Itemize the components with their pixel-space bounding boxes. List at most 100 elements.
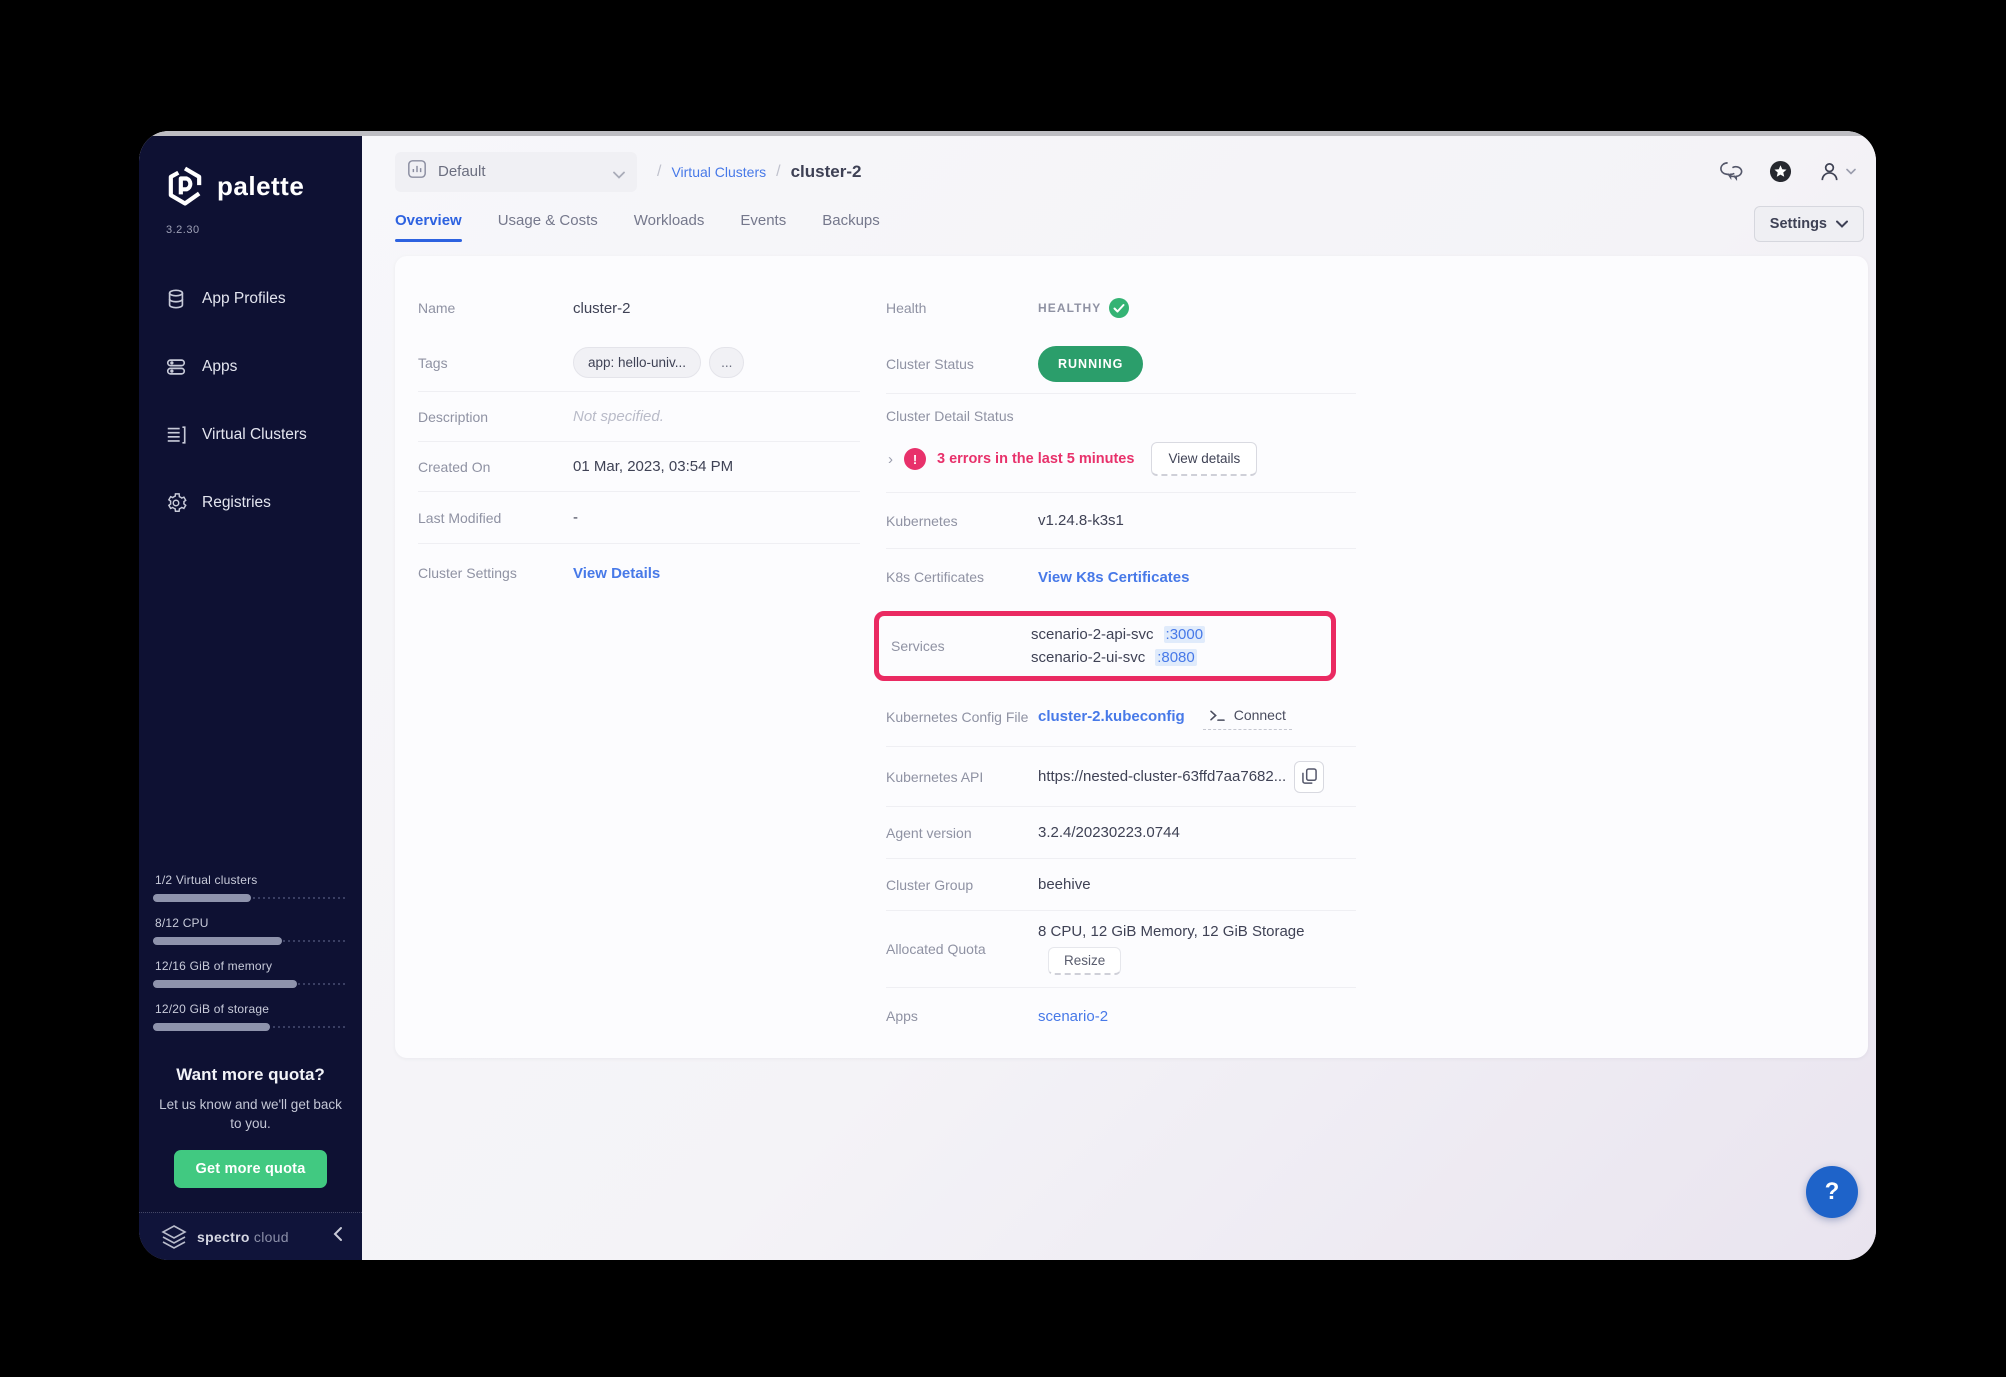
main-area: Default / Virtual Clusters / cluster-2 (362, 136, 1876, 1260)
help-button[interactable]: ? (1806, 1166, 1858, 1218)
expand-errors-chevron-icon[interactable]: › (888, 451, 893, 468)
view-k8s-certificates-link[interactable]: View K8s Certificates (1038, 569, 1189, 586)
row-cluster-group: Cluster Group beehive (886, 859, 1356, 911)
tab-workloads[interactable]: Workloads (634, 212, 705, 242)
services-label: Services (891, 638, 1031, 654)
quota-meter-memory: 12/16 GiB of memory (153, 959, 345, 988)
copy-api-url-button[interactable] (1294, 761, 1324, 793)
quota-cta: Want more quota? Let us know and we'll g… (139, 1045, 362, 1212)
brand-name: palette (217, 171, 304, 202)
quota-meter-virtual-clusters: 1/2 Virtual clusters (153, 873, 345, 902)
agent-version-value: 3.2.4/20230223.0744 (1038, 824, 1180, 841)
service-row: scenario-2-ui-svc :8080 (1031, 649, 1205, 666)
app-window: palette 3.2.30 App Profiles (139, 131, 1876, 1260)
service-name: scenario-2-ui-svc (1031, 649, 1145, 666)
get-more-quota-button[interactable]: Get more quota (174, 1150, 328, 1188)
sidebar-item-label: App Profiles (202, 290, 286, 308)
agent-version-label: Agent version (886, 825, 1038, 841)
created-on-label: Created On (418, 459, 573, 475)
error-alert-icon: ! (904, 448, 926, 470)
kubeconfig-download-link[interactable]: cluster-2.kubeconfig (1038, 708, 1185, 725)
row-description: Description Not specified. (418, 392, 860, 442)
cluster-group-label: Cluster Group (886, 877, 1038, 893)
row-cluster-status: Cluster Status RUNNING (886, 334, 1356, 394)
cluster-list-icon (165, 424, 187, 446)
kubernetes-api-value: https://nested-cluster-63ffd7aa7682... (1038, 768, 1286, 785)
row-apps: Apps scenario-2 (886, 988, 1356, 1044)
view-details-button[interactable]: View details (1151, 442, 1257, 476)
tab-events[interactable]: Events (740, 212, 786, 242)
settings-button[interactable]: Settings (1754, 206, 1864, 242)
copy-icon (1302, 768, 1317, 785)
app-scenario-2-link[interactable]: scenario-2 (1038, 1008, 1108, 1025)
sidebar-item-apps[interactable]: Apps (139, 344, 362, 390)
tag-pill[interactable]: app: hello-univ... (573, 347, 701, 378)
cluster-settings-label: Cluster Settings (418, 565, 573, 581)
row-cluster-detail-status: Cluster Detail Status › ! 3 errors in th… (886, 394, 1356, 493)
settings-button-label: Settings (1770, 216, 1827, 232)
row-kubernetes-api: Kubernetes API https://nested-cluster-63… (886, 747, 1356, 807)
spectro-cloud-logo-icon (161, 1224, 187, 1250)
sidebar-item-label: Registries (202, 494, 271, 512)
quota-meter-cpu: 8/12 CPU (153, 916, 345, 945)
service-port-link[interactable]: :3000 (1164, 626, 1206, 643)
service-row: scenario-2-api-svc :3000 (1031, 626, 1205, 643)
description-label: Description (418, 409, 573, 425)
sidebar-item-registries[interactable]: Registries (139, 480, 362, 526)
service-port-link[interactable]: :8080 (1155, 649, 1197, 666)
row-k8s-certificates: K8s Certificates View K8s Certificates (886, 549, 1356, 605)
error-summary-text: 3 errors in the last 5 minutes (937, 451, 1134, 467)
sidebar-collapse-icon[interactable] (332, 1226, 344, 1247)
topbar: Default / Virtual Clusters / cluster-2 (362, 136, 1876, 192)
connect-button[interactable]: Connect (1203, 703, 1292, 730)
user-menu[interactable] (1818, 160, 1856, 183)
cluster-detail-status-label: Cluster Detail Status (886, 408, 1014, 424)
sidebar-item-virtual-clusters[interactable]: Virtual Clusters (139, 412, 362, 458)
sidebar-item-label: Apps (202, 358, 237, 376)
tab-backups[interactable]: Backups (822, 212, 880, 242)
sidebar: palette 3.2.30 App Profiles (139, 136, 362, 1260)
project-selector[interactable]: Default (395, 152, 637, 192)
tab-usage-costs[interactable]: Usage & Costs (498, 212, 598, 242)
quota-meter-track (153, 937, 345, 945)
quota-meter-storage: 12/20 GiB of storage (153, 1002, 345, 1031)
feedback-chat-icon[interactable] (1718, 160, 1743, 183)
health-badge: HEALTHY (1038, 298, 1129, 318)
quota-meter-fill (153, 937, 282, 945)
breadcrumb-separator: / (776, 163, 780, 181)
quota-meter-fill (153, 1023, 270, 1031)
brand-logo-row: palette (139, 136, 362, 206)
terminal-icon (1209, 709, 1226, 722)
notifications-star-icon[interactable] (1769, 160, 1792, 183)
row-kubeconfig: Kubernetes Config File cluster-2.kubecon… (886, 687, 1356, 747)
breadcrumb: / Virtual Clusters / cluster-2 (657, 162, 861, 182)
view-details-link[interactable]: View Details (573, 565, 660, 582)
quota-meter-label: 12/16 GiB of memory (155, 959, 345, 973)
cluster-status-column: Health HEALTHY Cluster Status RUNNING (886, 282, 1356, 1058)
app-version: 3.2.30 (139, 206, 362, 236)
resize-button[interactable]: Resize (1048, 947, 1121, 975)
connect-button-label: Connect (1234, 707, 1286, 723)
tab-overview[interactable]: Overview (395, 212, 462, 242)
health-label: Health (886, 300, 1038, 316)
quota-meter-label: 1/2 Virtual clusters (155, 873, 345, 887)
apps-icon (165, 356, 187, 378)
tags-more-pill[interactable]: ... (709, 347, 744, 378)
sidebar-item-app-profiles[interactable]: App Profiles (139, 276, 362, 322)
footer-brand-primary: spectro (197, 1229, 250, 1245)
row-name: Name cluster-2 (418, 282, 860, 334)
topbar-actions (1718, 160, 1856, 183)
tabs-row: Overview Usage & Costs Workloads Events … (362, 192, 1876, 242)
created-on-value: 01 Mar, 2023, 03:54 PM (573, 458, 733, 475)
breadcrumb-virtual-clusters[interactable]: Virtual Clusters (671, 164, 766, 180)
allocated-quota-label: Allocated Quota (886, 941, 1038, 957)
quota-cta-subtitle: Let us know and we'll get back to you. (157, 1095, 344, 1134)
service-name: scenario-2-api-svc (1031, 626, 1154, 643)
cluster-name-value: cluster-2 (573, 300, 631, 317)
row-agent-version: Agent version 3.2.4/20230223.0744 (886, 807, 1356, 859)
sidebar-nav: App Profiles Apps (139, 276, 362, 548)
services-list: scenario-2-api-svc :3000 scenario-2-ui-s… (1031, 626, 1205, 666)
cluster-status-label: Cluster Status (886, 356, 1038, 372)
row-health: Health HEALTHY (886, 282, 1356, 334)
cluster-info-column: Name cluster-2 Tags app: hello-univ... .… (418, 282, 860, 1058)
